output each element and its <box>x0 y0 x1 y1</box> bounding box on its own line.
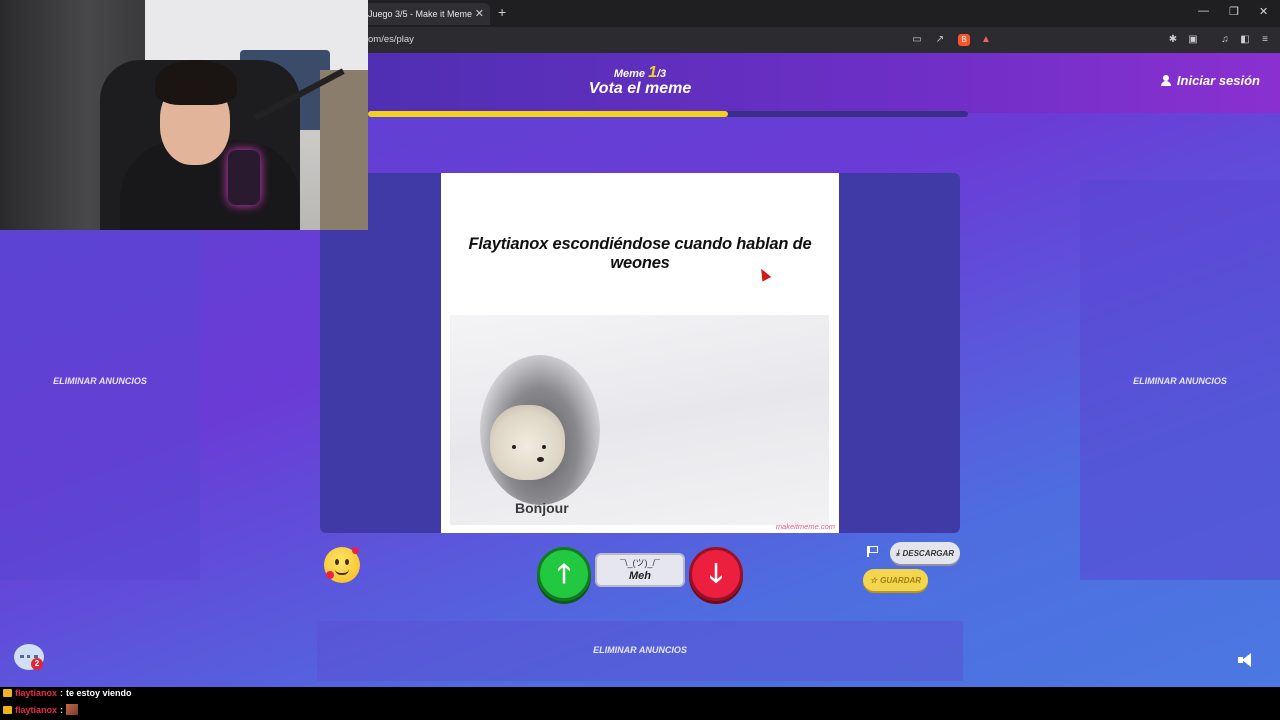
chat-username: flaytianox <box>15 704 58 715</box>
streamer-hair <box>155 60 237 105</box>
meh-label: Meh <box>629 570 651 582</box>
emoji-eye <box>335 559 339 565</box>
microphone <box>228 150 260 205</box>
cast-icon[interactable]: ▭ <box>911 34 923 46</box>
heart-icon <box>352 547 359 554</box>
bear-eye <box>512 445 516 449</box>
webcam-overlay <box>0 0 368 230</box>
chat-text: te estoy viendo <box>66 688 132 698</box>
meme-caption: Flaytianox escondiéndose cuando hablan d… <box>468 235 812 272</box>
bear-eye <box>542 445 546 449</box>
round-progress-fill <box>368 111 728 117</box>
browser-tab[interactable]: Juego 3/5 - Make it Meme ✕ <box>360 3 490 25</box>
arrow-down-icon: 🡓 <box>709 558 723 588</box>
extensions-icon[interactable]: ✱ <box>1167 34 1179 46</box>
login-label: Iniciar sesión <box>1176 73 1260 88</box>
upvote-button[interactable]: 🡑 <box>537 547 591 601</box>
chat-username: flaytianox <box>15 688 58 698</box>
emoji-reaction-button[interactable] <box>324 547 360 583</box>
user-icon <box>1160 75 1171 86</box>
ad-bottom[interactable]: ELIMINAR ANUNCIOS <box>317 621 963 681</box>
tab-close-icon[interactable]: ✕ <box>475 3 484 25</box>
download-button[interactable]: ⤓ DESCARGAR <box>890 542 960 564</box>
speaker-icon[interactable] <box>1238 653 1256 667</box>
meme-current: 1 <box>648 64 657 81</box>
wallet-icon[interactable]: ▣ <box>1187 34 1199 46</box>
chat-message: flaytianox : te estoy viendo <box>3 688 132 698</box>
share-icon[interactable]: ↗ <box>934 34 946 46</box>
subscriber-badge-icon <box>3 689 12 697</box>
meme-total: /3 <box>656 68 667 80</box>
downvote-button[interactable]: 🡓 <box>689 547 743 601</box>
tab-title: Juego 3/5 - Make it Meme <box>368 9 473 19</box>
media-icon[interactable]: ♫ <box>1219 34 1231 46</box>
emoji-mouth <box>335 569 349 575</box>
maximize-icon[interactable]: ❐ <box>1229 5 1239 18</box>
save-label: GUARDAR <box>880 575 922 585</box>
save-button[interactable]: ☆ GUARDAR <box>863 569 928 591</box>
bear-nose <box>537 457 544 462</box>
arrow-up-icon: 🡑 <box>557 558 571 588</box>
ad-right-label[interactable]: ELIMINAR ANUNCIOS <box>1080 376 1280 386</box>
meh-button[interactable]: ¯\_(ツ)_/¯ Meh <box>595 553 685 587</box>
meme-word: Meme <box>613 68 646 80</box>
window-close-icon[interactable]: ✕ <box>1259 5 1268 18</box>
round-progress-bar <box>368 111 968 117</box>
heart-icon <box>326 571 334 579</box>
ad-bottom-label[interactable]: ELIMINAR ANUNCIOS <box>317 645 963 655</box>
minimize-icon[interactable]: — <box>1198 5 1209 17</box>
shrug-emoticon: ¯\_(ツ)_/¯ <box>620 558 660 568</box>
rewards-triangle-icon[interactable]: ▲ <box>980 34 992 46</box>
login-button[interactable]: Iniciar sesión <box>1160 73 1260 88</box>
url-text[interactable]: om/es/play <box>368 34 414 45</box>
meme-image: Bonjour <box>450 315 829 525</box>
watermark: makeitmeme.com <box>775 522 835 531</box>
star-icon: ☆ <box>869 575 878 585</box>
report-flag-icon[interactable] <box>866 546 878 557</box>
download-icon: ⤓ <box>895 548 900 557</box>
chat-badge: 2 <box>31 658 43 670</box>
menu-icon[interactable]: ≡ <box>1259 34 1271 46</box>
chat-separator: : <box>60 704 64 715</box>
chat-separator: : <box>60 688 64 698</box>
chat-message: flaytianox : <box>3 704 79 715</box>
download-label: DESCARGAR <box>902 548 955 558</box>
polar-bear <box>490 405 565 480</box>
ad-right[interactable]: ELIMINAR ANUNCIOS <box>1080 180 1280 580</box>
meme-card: Flaytianox escondiéndose cuando hablan d… <box>441 173 839 533</box>
stream-chat: flaytianox : te estoy viendo flaytianox … <box>0 687 1280 720</box>
brave-shield-icon[interactable]: B <box>958 34 970 46</box>
ad-left[interactable]: ELIMINAR ANUNCIOS <box>0 180 200 580</box>
chat-bubble-icon[interactable]: 2 <box>14 644 44 670</box>
new-tab-button[interactable]: + <box>498 4 506 20</box>
subscriber-badge-icon <box>3 705 12 714</box>
webcam-shelf <box>320 70 368 230</box>
ad-left-label[interactable]: ELIMINAR ANUNCIOS <box>0 376 200 386</box>
meme-image-text: Bonjour <box>515 500 569 516</box>
emoji-eye <box>345 559 349 565</box>
sidebar-icon[interactable]: ◧ <box>1239 34 1251 46</box>
page-title: Vota el meme <box>588 80 692 97</box>
chat-emote-icon <box>66 704 79 715</box>
